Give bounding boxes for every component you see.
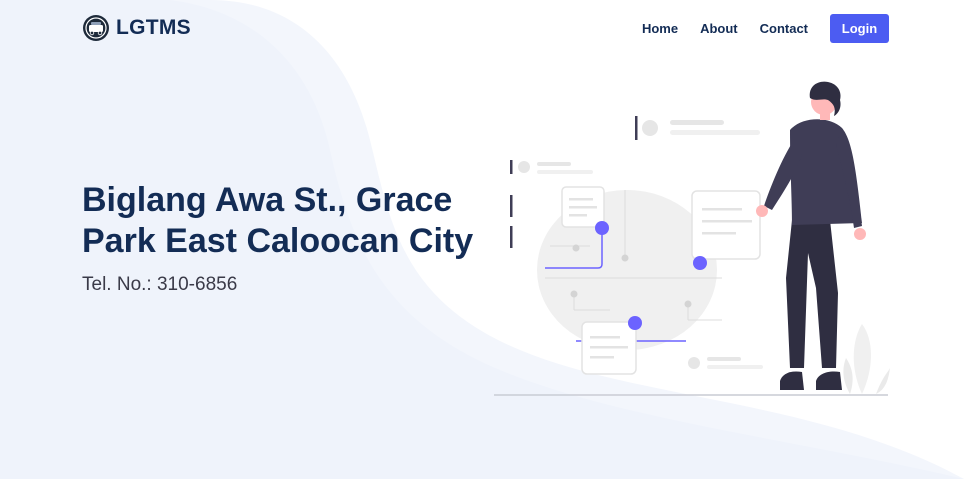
seal-logo-icon (83, 15, 109, 41)
site-header: LGTMS Home About Contact Login (0, 0, 964, 58)
nav-home-link[interactable]: Home (642, 21, 678, 36)
login-button[interactable]: Login (830, 14, 889, 43)
brand-name: LGTMS (116, 16, 191, 39)
nav-contact-link[interactable]: Contact (760, 21, 808, 36)
main-nav: Home About Contact Login (620, 14, 889, 43)
hero-address: Biglang Awa St., Grace Park East Calooca… (82, 181, 474, 260)
hero-illustration (494, 81, 890, 396)
nav-about-link[interactable]: About (700, 21, 738, 36)
hero-section: Biglang Awa St., Grace Park East Calooca… (82, 180, 502, 296)
brand[interactable]: LGTMS (82, 14, 191, 42)
hero-telephone: Tel. No.: 310-6856 (82, 274, 238, 295)
